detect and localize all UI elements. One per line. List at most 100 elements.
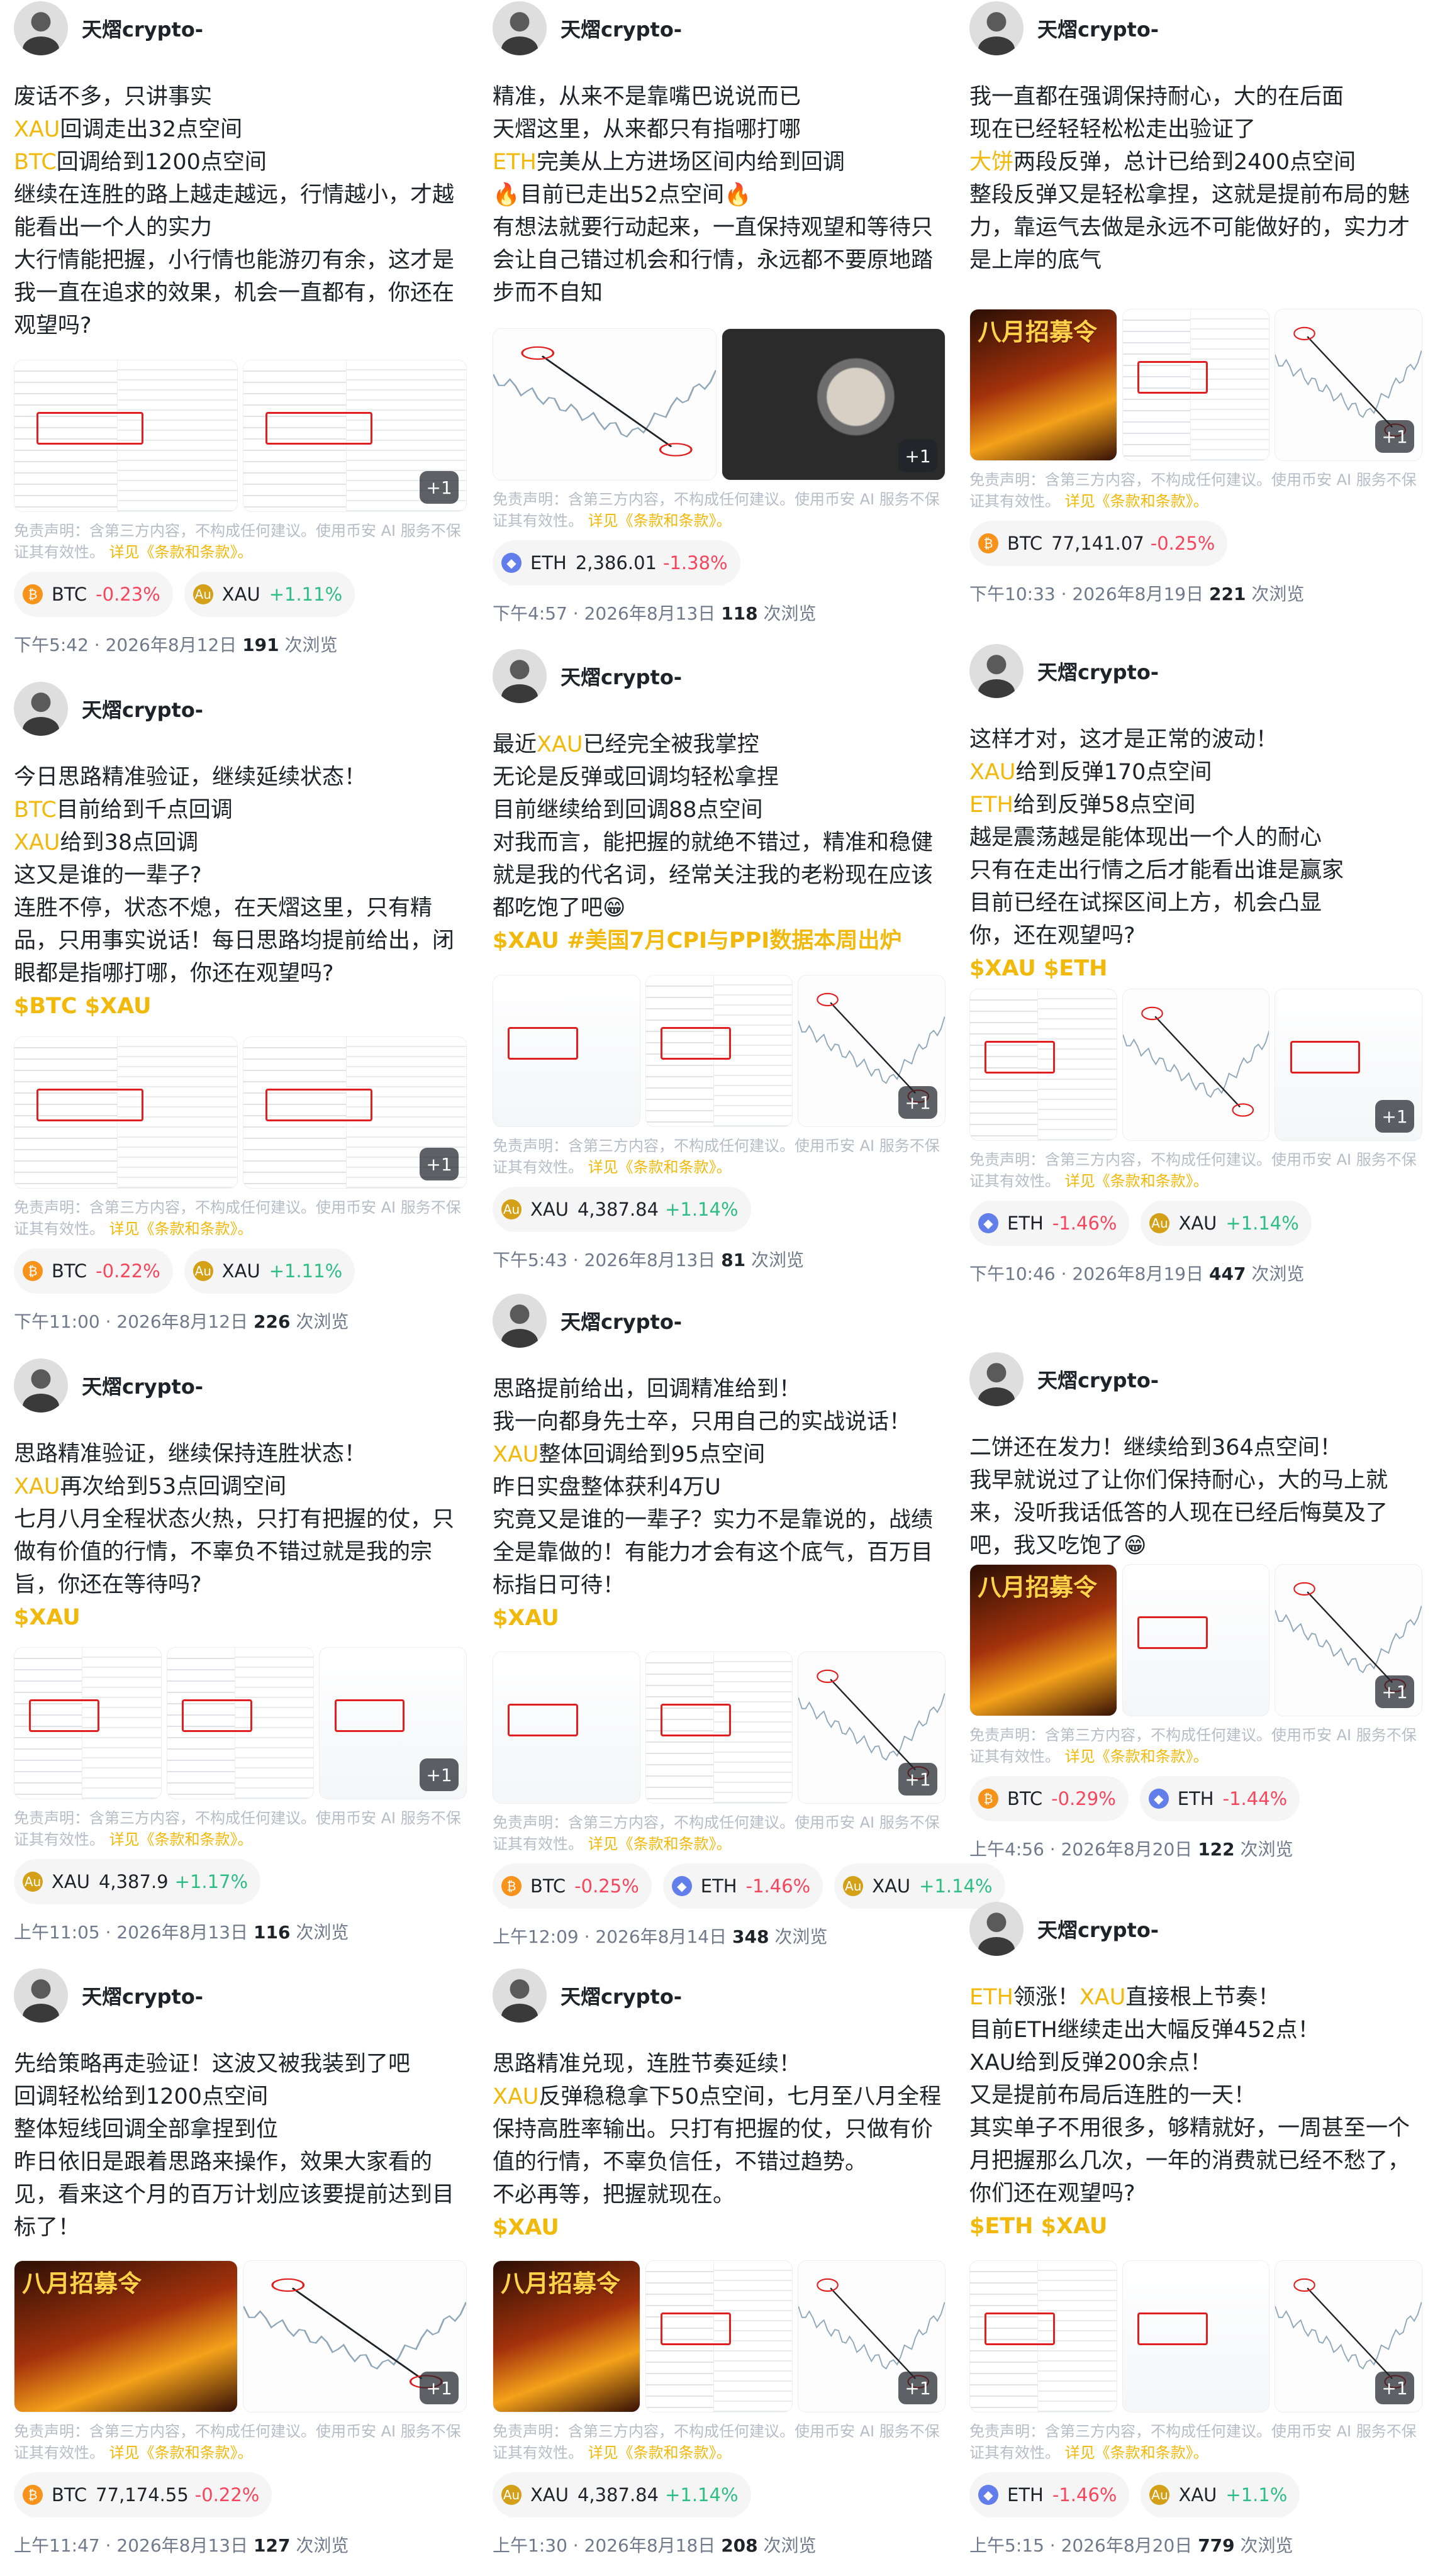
coin-chip-btc[interactable]: ₿ BTC 77,174.55 -0.22% xyxy=(14,2472,272,2518)
post-images[interactable]: 八月招募令 +1 xyxy=(969,1564,1423,1716)
terms-link[interactable]: 详见《条款和条款》。 xyxy=(583,1158,732,1176)
coin-chip-xau[interactable]: Au XAU +1.11% xyxy=(184,572,355,617)
terms-link[interactable]: 详见《条款和条款》。 xyxy=(1060,1172,1208,1190)
hashtag-link[interactable]: $XAU $ETH xyxy=(969,956,1107,981)
avatar[interactable] xyxy=(14,1,68,55)
coin-mention-link[interactable]: 大饼 xyxy=(969,150,1013,175)
analysis-text-image[interactable] xyxy=(645,1652,793,1804)
coin-chip-eth[interactable]: ◆ ETH -1.44% xyxy=(1139,1776,1300,1821)
hashtag-link[interactable]: $BTC $XAU xyxy=(14,994,152,1019)
coin-chip-btc[interactable]: ₿ BTC -0.29% xyxy=(969,1776,1129,1821)
app-screenshot-image[interactable]: +1 xyxy=(319,1647,467,1799)
author-name[interactable]: 天熠crypto- xyxy=(561,662,682,691)
avatar[interactable] xyxy=(493,1968,547,2023)
analysis-text-image[interactable] xyxy=(14,360,238,512)
more-images-badge[interactable]: +1 xyxy=(898,440,937,472)
more-images-badge[interactable]: +1 xyxy=(1375,2372,1415,2404)
chart-screenshot-image[interactable]: +1 xyxy=(1275,1564,1423,1716)
post-images[interactable]: +1 xyxy=(969,989,1423,1141)
coin-mention-link[interactable]: XAU xyxy=(14,117,60,142)
more-images-badge[interactable]: +1 xyxy=(1375,420,1415,453)
coin-chip-eth[interactable]: ◆ ETH -1.46% xyxy=(969,1201,1130,1246)
coin-chip-xau[interactable]: Au XAU +1.1% xyxy=(1141,2472,1300,2518)
hashtag-link[interactable]: $XAU xyxy=(493,1606,559,1631)
post-author[interactable]: 天熠crypto- xyxy=(493,0,682,57)
avatar[interactable] xyxy=(14,1358,68,1413)
post-images[interactable]: +1 xyxy=(14,1647,467,1799)
app-screenshot-image[interactable] xyxy=(1122,1564,1270,1716)
terms-link[interactable]: 详见《条款和条款》。 xyxy=(104,543,253,561)
author-name[interactable]: 天熠crypto- xyxy=(82,1981,203,2010)
coin-mention-link[interactable]: ETH xyxy=(969,1985,1013,2010)
coin-mention-link[interactable]: XAU xyxy=(493,2084,539,2109)
terms-link[interactable]: 详见《条款和条款》。 xyxy=(583,1835,732,1853)
promo-poster-image[interactable]: 八月招募令 xyxy=(969,1564,1117,1716)
more-images-badge[interactable]: +1 xyxy=(898,2372,938,2404)
terms-link[interactable]: 详见《条款和条款》。 xyxy=(583,2444,732,2462)
coin-chip-eth[interactable]: ◆ ETH -1.46% xyxy=(969,2472,1130,2518)
analysis-text-image[interactable] xyxy=(14,1647,162,1799)
chart-screenshot-image[interactable]: +1 xyxy=(798,2260,946,2412)
coin-chip-xau[interactable]: Au XAU +1.14% xyxy=(1141,1201,1312,1246)
coin-mention-link[interactable]: BTC xyxy=(14,150,57,175)
coin-mention-link[interactable]: ETH xyxy=(493,150,537,175)
hashtag-link[interactable]: $XAU #美国7月CPI与PPI数据本周出炉 xyxy=(493,928,901,953)
post-author[interactable]: 天熠crypto- xyxy=(14,1967,203,2024)
coin-mention-link[interactable]: XAU xyxy=(1080,1985,1126,2010)
coin-mention-link[interactable]: XAU xyxy=(493,1442,539,1467)
post-images[interactable]: 八月招募令 +1 xyxy=(14,2260,467,2412)
app-screenshot-image[interactable] xyxy=(1122,2260,1270,2412)
avatar[interactable] xyxy=(969,1902,1024,1956)
analysis-text-image[interactable]: +1 xyxy=(243,360,467,512)
hashtag-link[interactable]: $ETH $XAU xyxy=(969,2214,1107,2239)
promo-poster-image[interactable]: 八月招募令 xyxy=(969,309,1117,461)
author-name[interactable]: 天熠crypto- xyxy=(1037,1914,1159,1943)
avatar[interactable] xyxy=(969,1352,1024,1406)
coin-chip-btc[interactable]: ₿ BTC -0.25% xyxy=(493,1863,652,1909)
post-author[interactable]: 天熠crypto- xyxy=(493,1967,682,2024)
author-name[interactable]: 天熠crypto- xyxy=(1037,14,1159,43)
post-author[interactable]: 天熠crypto- xyxy=(14,0,203,57)
coin-chip-xau[interactable]: Au XAU 4,387.84 +1.14% xyxy=(493,1187,751,1232)
avatar[interactable] xyxy=(493,649,547,703)
terms-link[interactable]: 详见《条款和条款》。 xyxy=(583,512,732,530)
coin-mention-link[interactable]: XAU xyxy=(14,1474,60,1499)
author-name[interactable]: 天熠crypto- xyxy=(561,1306,682,1335)
post-author[interactable]: 天熠crypto- xyxy=(969,0,1159,57)
author-name[interactable]: 天熠crypto- xyxy=(82,14,203,43)
chart-screenshot-image[interactable]: +1 xyxy=(798,1652,946,1804)
terms-link[interactable]: 详见《条款和条款》。 xyxy=(104,1220,253,1238)
analysis-text-image[interactable] xyxy=(645,2260,793,2412)
analysis-text-image[interactable] xyxy=(1122,309,1270,461)
post-images[interactable]: +1 xyxy=(493,328,946,480)
chart-screenshot-image[interactable] xyxy=(1122,989,1270,1141)
coin-chip-xau[interactable]: Au XAU 4,387.84 +1.14% xyxy=(493,2472,751,2518)
chart-screenshot-image[interactable] xyxy=(493,328,717,480)
analysis-text-image[interactable] xyxy=(969,989,1117,1141)
post-author[interactable]: 天熠crypto- xyxy=(969,1901,1159,1957)
author-name[interactable]: 天熠crypto- xyxy=(1037,1365,1159,1394)
promo-poster-image[interactable]: 八月招募令 xyxy=(493,2260,640,2412)
terms-link[interactable]: 详见《条款和条款》。 xyxy=(104,2444,253,2462)
coin-mention-link[interactable]: ETH xyxy=(969,792,1013,818)
chart-screenshot-image[interactable]: +1 xyxy=(1275,309,1423,461)
post-images[interactable]: +1 xyxy=(14,1036,467,1189)
coin-chip-btc[interactable]: ₿ BTC -0.22% xyxy=(14,1248,173,1294)
coin-chip-eth[interactable]: ◆ ETH 2,386.01 -1.38% xyxy=(493,540,740,586)
post-author[interactable]: 天熠crypto- xyxy=(14,680,203,737)
avatar[interactable] xyxy=(969,644,1024,698)
app-screenshot-image[interactable] xyxy=(493,1652,640,1804)
terms-link[interactable]: 详见《条款和条款》。 xyxy=(1060,2444,1208,2462)
author-name[interactable]: 天熠crypto- xyxy=(82,1371,203,1400)
app-screenshot-image[interactable]: +1 xyxy=(1275,989,1423,1141)
author-name[interactable]: 天熠crypto- xyxy=(561,14,682,43)
coin-chip-btc[interactable]: ₿ BTC -0.23% xyxy=(14,572,173,617)
post-author[interactable]: 天熠crypto- xyxy=(493,1292,682,1349)
chart-screenshot-image[interactable]: +1 xyxy=(243,2260,467,2412)
post-images[interactable]: +1 xyxy=(493,1652,946,1804)
avatar[interactable] xyxy=(14,1968,68,2023)
more-images-badge[interactable]: +1 xyxy=(420,1148,459,1180)
hashtag-link[interactable]: $XAU xyxy=(14,1605,81,1630)
more-images-badge[interactable]: +1 xyxy=(898,1763,938,1796)
more-images-badge[interactable]: +1 xyxy=(898,1086,938,1119)
